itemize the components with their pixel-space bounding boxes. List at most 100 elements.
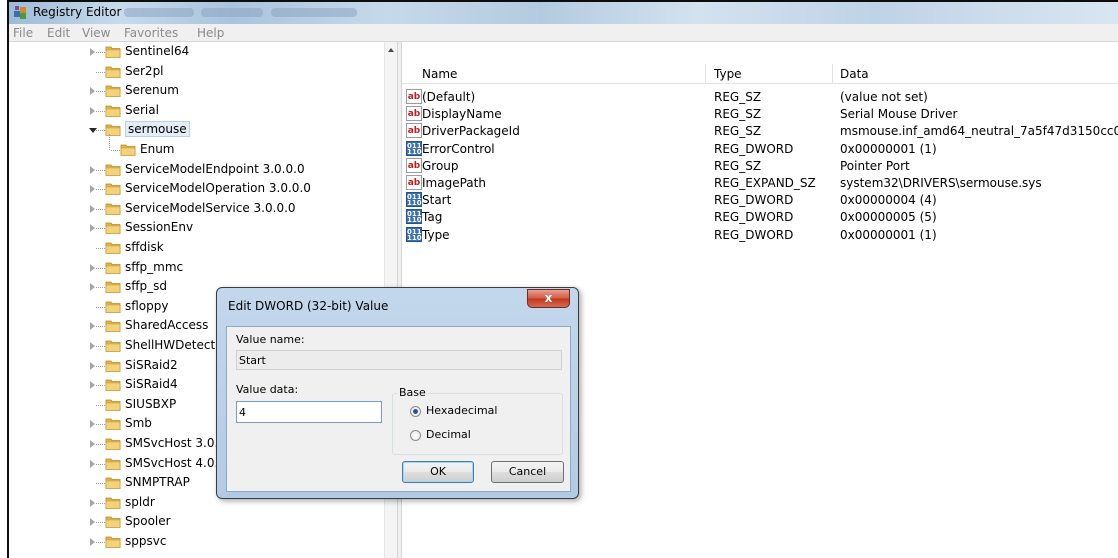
collapsed-arrow-icon[interactable]: [90, 498, 95, 507]
collapsed-arrow-icon[interactable]: [90, 361, 95, 370]
value-row[interactable]: ab (Default) REG_SZ (value not set): [402, 88, 1118, 106]
column-header-type[interactable]: Type: [714, 67, 742, 81]
tree-connector-line: [96, 189, 105, 191]
folder-icon: [105, 105, 121, 117]
menu-favorites[interactable]: Favorites: [124, 26, 178, 40]
tree-item-label[interactable]: Ser2pl: [125, 64, 164, 78]
tree-item-label[interactable]: Serenum: [125, 83, 179, 97]
tree-item-label[interactable]: sppsvc: [125, 534, 166, 548]
collapsed-arrow-icon[interactable]: [90, 224, 95, 233]
collapsed-arrow-icon[interactable]: [90, 185, 95, 194]
string-value-icon: ab: [406, 106, 422, 122]
value-row[interactable]: 011 110 Type REG_DWORD 0x00000001 (1): [402, 226, 1118, 244]
collapsed-arrow-icon[interactable]: [90, 263, 95, 272]
value-row[interactable]: ab Group REG_SZ Pointer Port: [402, 157, 1118, 175]
column-divider[interactable]: [832, 64, 833, 84]
tree-item-sffp-mmc[interactable]: sffp_mmc: [9, 258, 389, 278]
registry-editor-window: Registry Editor File Edit View Favorites…: [7, 0, 1118, 558]
tree-item-label[interactable]: SessionEnv: [125, 220, 193, 234]
tree-item-sentinel64[interactable]: Sentinel64: [9, 42, 389, 62]
cancel-button[interactable]: Cancel: [491, 461, 564, 483]
tree-item-sppsvc[interactable]: sppsvc: [9, 532, 389, 552]
tree-item-label[interactable]: ServiceModelEndpoint 3.0.0.0: [125, 162, 305, 176]
tree-item-serial[interactable]: Serial: [9, 101, 389, 121]
tree-item-servicemodelservice-3-0-0-0[interactable]: ServiceModelService 3.0.0.0: [9, 199, 389, 219]
tree-item-spooler[interactable]: Spooler: [9, 512, 389, 532]
ok-button[interactable]: OK: [402, 461, 474, 483]
tree-item-label[interactable]: SNMPTRAP: [125, 475, 190, 489]
menu-file[interactable]: File: [13, 26, 33, 40]
value-row[interactable]: 011 110 Tag REG_DWORD 0x00000005 (5): [402, 208, 1118, 226]
tree-item-label[interactable]: sffdisk: [125, 240, 164, 254]
collapsed-arrow-icon[interactable]: [90, 283, 95, 292]
tree-item-sessionenv[interactable]: SessionEnv: [9, 218, 389, 238]
column-header-data[interactable]: Data: [840, 67, 869, 81]
collapsed-arrow-icon[interactable]: [90, 106, 95, 115]
collapsed-arrow-icon[interactable]: [90, 342, 95, 350]
tree-item-label[interactable]: spldr: [125, 495, 155, 509]
value-row[interactable]: 011 110 ErrorControl REG_DWORD 0x00000001 (1…: [402, 140, 1118, 158]
tree-item-servicemodeloperation-3-0-0-0[interactable]: ServiceModelOperation 3.0.0.0: [9, 179, 389, 199]
tree-item-label[interactable]: ServiceModelOperation 3.0.0.0: [125, 181, 311, 195]
tree-item-label[interactable]: sermouse: [125, 121, 190, 138]
collapsed-arrow-icon[interactable]: [90, 204, 95, 213]
value-name: Type: [422, 227, 450, 242]
tree-item-label[interactable]: Spooler: [125, 514, 171, 528]
menu-edit[interactable]: Edit: [47, 26, 70, 40]
tree-item-ser2pl[interactable]: Ser2pl: [9, 62, 389, 82]
collapsed-arrow-icon[interactable]: [90, 87, 95, 96]
collapsed-arrow-icon[interactable]: [90, 518, 95, 527]
value-type: REG_EXPAND_SZ: [714, 176, 816, 190]
tree-item-label[interactable]: SIUSBXP: [125, 397, 176, 411]
tree-item-label[interactable]: Serial: [125, 103, 159, 117]
collapsed-arrow-icon[interactable]: [90, 538, 95, 546]
tree-connector-line: [96, 267, 105, 269]
tree-item-label[interactable]: sffp_sd: [125, 279, 167, 293]
value-row[interactable]: ab DisplayName REG_SZ Serial Mouse Driver: [402, 105, 1118, 123]
tree-item-label[interactable]: ServiceModelService 3.0.0.0: [125, 201, 296, 215]
value-row[interactable]: ab ImagePath REG_EXPAND_SZ system32\DRIVERS…: [402, 174, 1118, 192]
tree-item-label[interactable]: SiSRaid4: [125, 377, 178, 391]
menu-view[interactable]: View: [82, 26, 110, 40]
tree-item-label[interactable]: SiSRaid2: [125, 358, 178, 372]
folder-icon: [105, 262, 121, 274]
value-row[interactable]: 011 110 Start REG_DWORD 0x00000004 (4): [402, 191, 1118, 209]
value-data-input[interactable]: [236, 401, 382, 423]
value-row[interactable]: ab DriverPackageId REG_SZ msmouse.inf_amd64…: [402, 122, 1118, 140]
column-divider[interactable]: [705, 64, 706, 84]
folder-icon: [105, 418, 121, 431]
value-name: DriverPackageId: [422, 124, 520, 139]
collapsed-arrow-icon[interactable]: [90, 459, 95, 468]
collapsed-arrow-icon[interactable]: [90, 381, 95, 390]
tree-item-label[interactable]: SharedAccess: [125, 318, 208, 332]
value-name-field: Start: [236, 350, 562, 370]
tree-item-enum[interactable]: Enum: [9, 140, 389, 160]
hexadecimal-radio-label[interactable]: Hexadecimal: [426, 404, 497, 417]
value-name: (Default): [422, 90, 476, 104]
tree-item-label[interactable]: Sentinel64: [125, 44, 189, 58]
column-header-name[interactable]: Name: [422, 67, 457, 81]
title-bar[interactable]: Registry Editor: [9, 2, 1118, 24]
collapsed-arrow-icon[interactable]: [90, 420, 95, 429]
decimal-radio-label[interactable]: Decimal: [426, 428, 471, 441]
close-icon[interactable]: x: [527, 289, 570, 308]
folder-icon: [105, 360, 121, 372]
decimal-radio[interactable]: [410, 430, 421, 441]
scroll-up-arrow-icon[interactable]: [388, 48, 394, 52]
value-type: REG_SZ: [714, 107, 762, 122]
tree-item-label[interactable]: sffp_mmc: [125, 260, 183, 274]
menu-help[interactable]: Help: [197, 26, 224, 40]
tree-item-sermouse[interactable]: sermouse: [9, 120, 389, 140]
tree-item-label[interactable]: Smb: [125, 416, 152, 430]
collapsed-arrow-icon[interactable]: [90, 440, 95, 448]
tree-item-sffdisk[interactable]: sffdisk: [9, 238, 389, 258]
collapsed-arrow-icon[interactable]: [90, 165, 95, 174]
collapsed-arrow-icon[interactable]: [90, 48, 95, 56]
hexadecimal-radio[interactable]: [410, 406, 421, 417]
tree-item-label[interactable]: Enum: [140, 142, 174, 156]
collapsed-arrow-icon[interactable]: [90, 322, 95, 331]
folder-icon: [105, 124, 121, 137]
tree-item-label[interactable]: sfloppy: [125, 299, 169, 313]
tree-item-serenum[interactable]: Serenum: [9, 81, 389, 101]
tree-item-servicemodelendpoint-3-0-0-0[interactable]: ServiceModelEndpoint 3.0.0.0: [9, 160, 389, 180]
